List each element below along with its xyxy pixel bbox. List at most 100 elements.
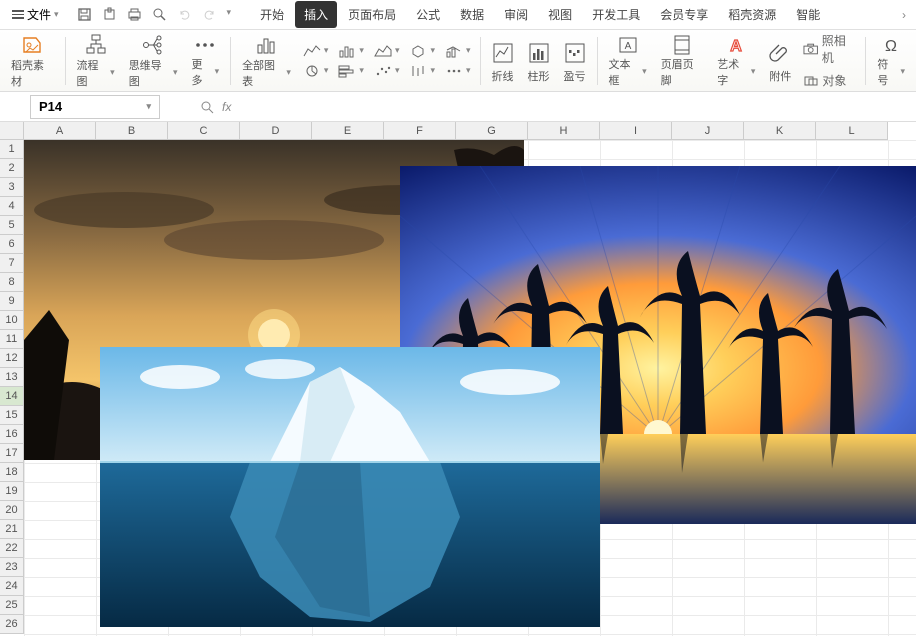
name-box[interactable]: P14 ▾ — [30, 95, 160, 119]
tab-view[interactable]: 视图 — [539, 1, 581, 28]
redo-icon[interactable] — [202, 7, 218, 23]
tab-data[interactable]: 数据 — [451, 1, 493, 28]
radar-chart-mini[interactable]: ▾ — [407, 42, 437, 60]
col-header[interactable]: H — [528, 122, 600, 140]
bar-chart-icon — [254, 33, 278, 57]
symbol-button[interactable]: Ω 符号▾ — [870, 32, 912, 90]
col-header[interactable]: D — [240, 122, 312, 140]
combo-chart-mini[interactable]: ▾ — [443, 42, 473, 60]
tab-member[interactable]: 会员专享 — [651, 1, 717, 28]
sparkline-line-button[interactable]: 折线 — [485, 32, 521, 90]
col-header[interactable]: A — [24, 122, 96, 140]
sparkline-winloss-button[interactable]: 盈亏 — [557, 32, 593, 90]
col-header[interactable]: B — [96, 122, 168, 140]
pie-chart-mini[interactable]: ▾ — [301, 62, 331, 80]
row-header[interactable]: 10 — [0, 311, 24, 330]
object-mini-group: 照相机 对象 — [798, 26, 861, 95]
sparkline-bar-icon — [528, 38, 550, 68]
more-charts-mini[interactable]: ▾ — [443, 62, 473, 80]
col-header[interactable]: K — [744, 122, 816, 140]
flowchart-label: 流程图 — [76, 57, 108, 89]
image-iceberg[interactable] — [100, 347, 600, 627]
object-button[interactable]: 对象 — [801, 70, 858, 91]
scatter-chart-mini[interactable]: ▾ — [372, 62, 402, 80]
row-header[interactable]: 14 — [0, 387, 24, 406]
row-header[interactable]: 9 — [0, 292, 24, 311]
find-icon[interactable] — [200, 100, 214, 114]
header-footer-label: 页眉页脚 — [661, 56, 704, 88]
row-header[interactable]: 25 — [0, 596, 24, 615]
row-header[interactable]: 1 — [0, 140, 24, 159]
textbox-button[interactable]: A 文本框▾ — [601, 32, 653, 90]
line-chart-mini[interactable]: ▾ — [301, 42, 331, 60]
bar-chart-mini[interactable]: ▾ — [336, 62, 366, 80]
mindmap-button[interactable]: 思维导图▾ — [122, 32, 185, 90]
row-header[interactable]: 3 — [0, 178, 24, 197]
fx-icon[interactable]: fx — [222, 100, 231, 114]
row-header[interactable]: 23 — [0, 558, 24, 577]
tab-pagelayout[interactable]: 页面布局 — [339, 1, 405, 28]
col-header[interactable]: E — [312, 122, 384, 140]
row-header[interactable]: 6 — [0, 235, 24, 254]
col-header[interactable]: J — [672, 122, 744, 140]
save-as-icon[interactable] — [102, 7, 118, 23]
camera-button[interactable]: 照相机 — [801, 30, 858, 68]
row-header[interactable]: 2 — [0, 159, 24, 178]
wordart-button[interactable]: A 艺术字▾ — [710, 32, 762, 90]
tabs-overflow-icon[interactable]: › — [898, 4, 910, 26]
more-button[interactable]: 更多▾ — [185, 32, 227, 90]
row-header[interactable]: 24 — [0, 577, 24, 596]
formula-bar: P14 ▾ fx — [0, 92, 916, 122]
tab-devtools[interactable]: 开发工具 — [583, 1, 649, 28]
name-box-value: P14 — [39, 99, 62, 114]
column-chart-mini[interactable]: ▾ — [336, 42, 366, 60]
row-header[interactable]: 20 — [0, 501, 24, 520]
col-header[interactable]: G — [456, 122, 528, 140]
tab-review[interactable]: 审阅 — [495, 1, 537, 28]
row-header[interactable]: 22 — [0, 539, 24, 558]
print-preview-icon[interactable] — [152, 7, 168, 23]
undo-icon[interactable] — [177, 7, 193, 23]
row-header[interactable]: 5 — [0, 216, 24, 235]
row-header[interactable]: 21 — [0, 520, 24, 539]
docer-material-button[interactable]: 稻壳素材 — [4, 32, 61, 90]
formula-input[interactable] — [239, 95, 916, 119]
tab-start[interactable]: 开始 — [251, 1, 293, 28]
qat-dropdown-icon[interactable]: ▾ — [227, 7, 232, 23]
print-icon[interactable] — [127, 7, 143, 23]
row-header[interactable]: 19 — [0, 482, 24, 501]
hamburger-icon — [12, 10, 24, 19]
row-header[interactable]: 11 — [0, 330, 24, 349]
row-headers: 1234567891011121314151617181920212223242… — [0, 140, 24, 634]
all-charts-button[interactable]: 全部图表▾ — [235, 32, 298, 90]
stock-chart-mini[interactable]: ▾ — [407, 62, 437, 80]
col-header[interactable]: L — [816, 122, 888, 140]
row-header[interactable]: 18 — [0, 463, 24, 482]
all-charts-label: 全部图表 — [242, 57, 284, 89]
save-icon[interactable] — [77, 7, 93, 23]
select-all-corner[interactable] — [0, 122, 24, 140]
row-header[interactable]: 4 — [0, 197, 24, 216]
row-header[interactable]: 26 — [0, 615, 24, 634]
row-header[interactable]: 7 — [0, 254, 24, 273]
attachment-button[interactable]: 附件 — [762, 32, 798, 90]
row-header[interactable]: 16 — [0, 425, 24, 444]
flowchart-button[interactable]: 流程图▾ — [69, 32, 121, 90]
chart-mini-group5: ▾ ▾ — [440, 38, 476, 84]
sparkline-bar-button[interactable]: 柱形 — [521, 32, 557, 90]
row-header[interactable]: 12 — [0, 349, 24, 368]
col-header[interactable]: C — [168, 122, 240, 140]
tab-smart[interactable]: 智能 — [787, 1, 829, 28]
tab-insert[interactable]: 插入 — [295, 1, 337, 28]
row-header[interactable]: 15 — [0, 406, 24, 425]
row-header[interactable]: 13 — [0, 368, 24, 387]
col-header[interactable]: I — [600, 122, 672, 140]
row-header[interactable]: 8 — [0, 273, 24, 292]
area-chart-mini[interactable]: ▾ — [372, 42, 402, 60]
col-header[interactable]: F — [384, 122, 456, 140]
tab-formula[interactable]: 公式 — [407, 1, 449, 28]
file-menu[interactable]: 文件 ▾ — [6, 3, 65, 26]
tab-docer[interactable]: 稻壳资源 — [719, 1, 785, 28]
row-header[interactable]: 17 — [0, 444, 24, 463]
header-footer-button[interactable]: 页眉页脚 — [654, 32, 711, 90]
